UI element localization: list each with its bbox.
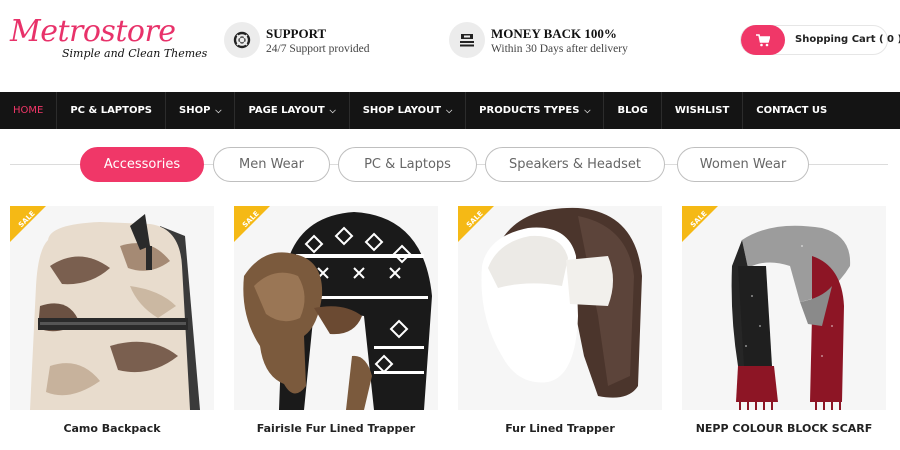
nav-label: PRODUCTS TYPES: [479, 105, 580, 116]
product-card[interactable]: SALE NEPP COLOUR BLOCK SCARF: [682, 206, 886, 450]
nav-item-products-types[interactable]: PRODUCTS TYPES ⌵: [466, 92, 605, 129]
site-logo[interactable]: Metrostore Simple and Clean Themes: [10, 14, 207, 64]
sale-badge: SALE: [10, 206, 46, 242]
chevron-down-icon: ⌵: [584, 105, 591, 115]
lifebuoy-icon: [224, 22, 260, 58]
money-stack-icon: [449, 22, 485, 58]
nav-item-wishlist[interactable]: WISHLIST: [662, 92, 744, 129]
tab-accessories[interactable]: Accessories: [80, 147, 204, 182]
tab-men-wear[interactable]: Men Wear: [213, 147, 330, 182]
site-header: Metrostore Simple and Clean Themes SUPPO…: [0, 0, 900, 92]
nav-item-page-layout[interactable]: PAGE LAYOUT ⌵: [235, 92, 350, 129]
money-back-subtitle: Within 30 Days after delivery: [491, 43, 628, 55]
nav-item-pc-laptops[interactable]: PC & LAPTOPS: [57, 92, 166, 129]
main-nav: HOME PC & LAPTOPS SHOP ⌵ PAGE LAYOUT ⌵ SHO…: [0, 92, 900, 129]
nav-item-shop-layout[interactable]: SHOP LAYOUT ⌵: [350, 92, 467, 129]
nav-label: PC & LAPTOPS: [70, 105, 152, 116]
tab-women-wear[interactable]: Women Wear: [677, 147, 809, 182]
support-subtitle: 24/7 Support provided: [266, 43, 370, 55]
product-name[interactable]: Camo Backpack: [10, 422, 214, 435]
nav-label: SHOP LAYOUT: [362, 105, 442, 116]
nav-label: BLOG: [617, 105, 648, 116]
product-name[interactable]: Fur Lined Trapper: [458, 422, 662, 435]
nav-item-home[interactable]: HOME: [0, 92, 58, 129]
nav-item-shop[interactable]: SHOP ⌵: [166, 92, 236, 129]
nav-label: CONTACT US: [756, 105, 828, 116]
chevron-down-icon: ⌵: [446, 105, 453, 115]
logo-text: Metrostore: [10, 14, 176, 49]
nav-item-blog[interactable]: BLOG: [604, 92, 662, 129]
tab-pc-laptops[interactable]: PC & Laptops: [338, 147, 477, 182]
nav-label: HOME: [13, 105, 44, 116]
nav-label: SHOP: [179, 105, 211, 116]
support-title: SUPPORT: [266, 26, 327, 41]
shopping-cart-icon[interactable]: [741, 25, 785, 55]
sale-badge: SALE: [458, 206, 494, 242]
logo-tagline: Simple and Clean Themes: [62, 47, 208, 60]
chevron-down-icon: ⌵: [215, 105, 222, 115]
nav-label: WISHLIST: [674, 105, 730, 116]
product-card[interactable]: SALE Fairisle Fur Lined Trapper: [234, 206, 438, 450]
sale-badge: SALE: [682, 206, 718, 242]
chevron-down-icon: ⌵: [329, 105, 336, 115]
sale-badge: SALE: [234, 206, 270, 242]
nav-item-contact-us[interactable]: CONTACT US: [743, 92, 840, 129]
nav-label: PAGE LAYOUT: [248, 105, 325, 116]
money-back-title: MONEY BACK 100%: [491, 26, 617, 41]
shopping-cart[interactable]: Shopping Cart ( 0 ): [740, 25, 900, 55]
cart-label[interactable]: Shopping Cart ( 0 ): [795, 34, 900, 45]
product-card[interactable]: SALE Fur Lined Trapper: [458, 206, 662, 450]
tab-speakers-headset[interactable]: Speakers & Headset: [485, 147, 665, 182]
product-name[interactable]: Fairisle Fur Lined Trapper: [234, 422, 438, 435]
product-card[interactable]: SALE Camo Backpack: [10, 206, 214, 450]
product-name[interactable]: NEPP COLOUR BLOCK SCARF: [682, 422, 886, 435]
